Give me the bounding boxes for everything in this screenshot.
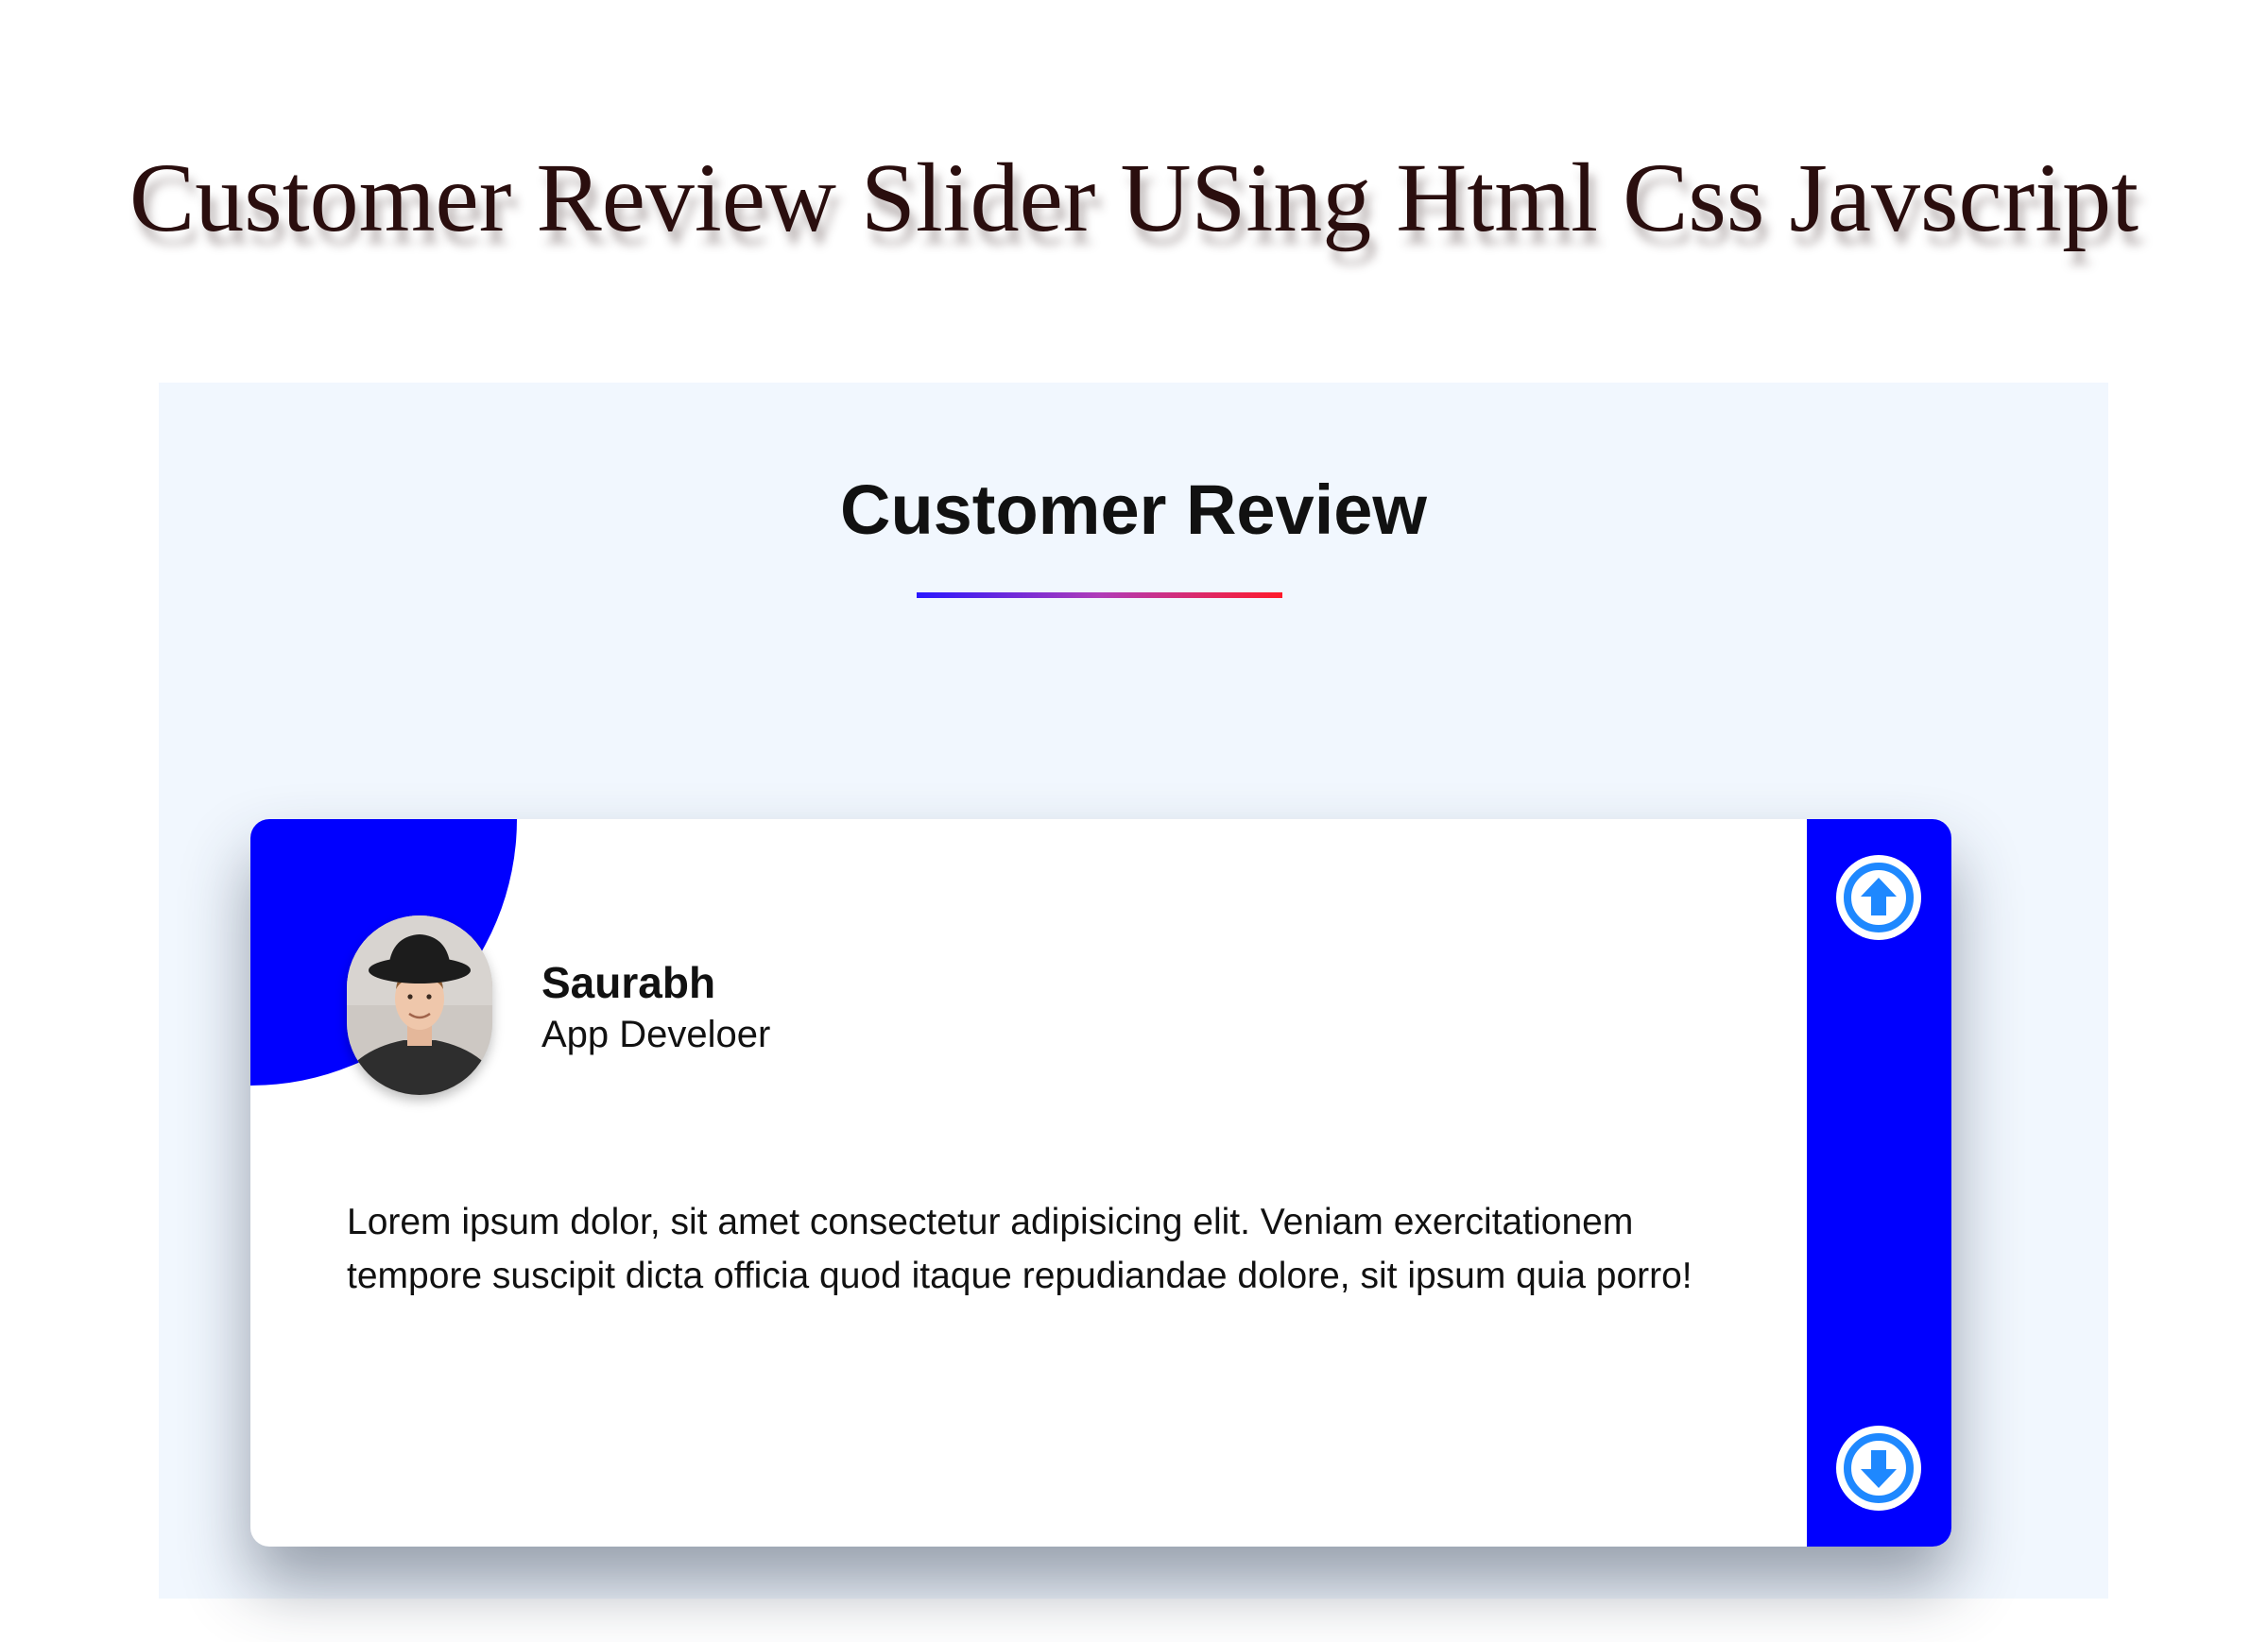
avatar-photo [347, 915, 492, 1095]
arrow-down-circle-icon [1844, 1433, 1914, 1503]
avatar [347, 915, 492, 1095]
heading-underline [917, 592, 1282, 598]
review-text: Lorem ipsum dolor, sit amet consectetur … [347, 1202, 1692, 1296]
reviewer-name: Saurabh [541, 958, 716, 1007]
banner-title: Customer Review Slider USing Html Css Ja… [129, 144, 2139, 252]
review-card: Saurabh App Develoer Lorem ipsum dolor, … [250, 819, 1951, 1547]
slider-nav-bar [1807, 819, 1951, 1547]
previous-review-button[interactable] [1836, 855, 1921, 940]
arrow-up-circle-icon [1844, 863, 1914, 932]
next-review-button[interactable] [1836, 1426, 1921, 1511]
review-section: Customer Review Saurabh App Develoer Lor… [159, 383, 2108, 1599]
reviewer-role: App Develoer [541, 1014, 771, 1055]
section-heading: Customer Review [840, 470, 1427, 549]
